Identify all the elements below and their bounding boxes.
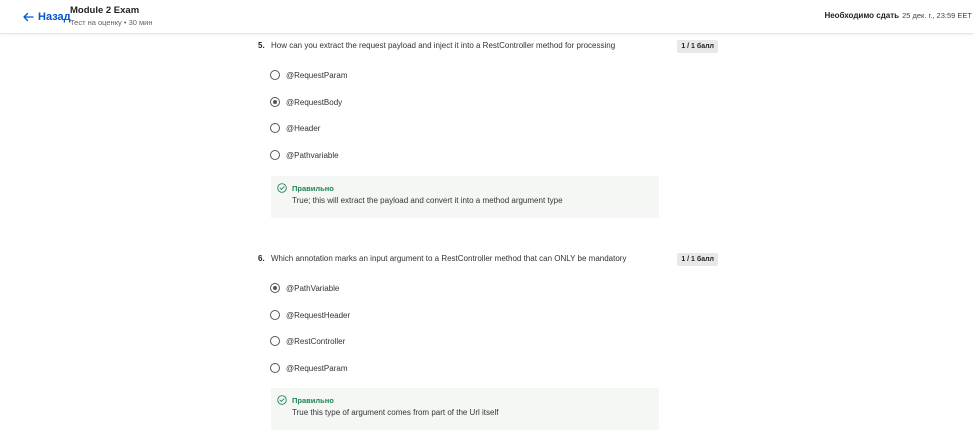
option-label: @Header [286, 123, 321, 133]
due-date: 25 дек. г., 23:59 EET [902, 11, 972, 20]
feedback-text: True; this will extract the payload and … [292, 196, 563, 205]
option-header[interactable]: @Header [270, 121, 320, 135]
feedback-title: Правильно [292, 184, 334, 193]
exam-title-block: Module 2 Exam Тест на оценку • 30 мин [70, 5, 153, 28]
exam-subtitle: Тест на оценку • 30 мин [70, 18, 153, 27]
option-path-variable[interactable]: @PathVariable [270, 281, 339, 295]
score-badge: 1 / 1 балл [677, 253, 718, 266]
exam-title: Module 2 Exam [70, 5, 140, 16]
back-label: Назад [38, 11, 71, 23]
option-label: @RequestParam [286, 70, 348, 80]
feedback-text: True this type of argument comes from pa… [292, 408, 499, 417]
question-text: How can you extract the request payload … [271, 41, 616, 50]
option-label: @RequestHeader [286, 310, 351, 320]
check-circle-icon [277, 183, 287, 193]
back-button[interactable]: Назад [22, 9, 71, 25]
radio-button[interactable] [270, 123, 280, 133]
option-request-body[interactable]: @RequestBody [270, 95, 342, 109]
question-header: 5. How can you extract the request paylo… [258, 40, 718, 55]
radio-button-selected[interactable] [270, 283, 280, 293]
option-request-header[interactable]: @RequestHeader [270, 308, 350, 322]
radio-button[interactable] [270, 150, 280, 160]
feedback-title: Правильно [292, 396, 334, 405]
option-pathvariable[interactable]: @Pathvariable [270, 148, 339, 162]
radio-button[interactable] [270, 70, 280, 80]
question-number: 6. [258, 254, 265, 263]
due-info: Необходимо сдать 25 дек. г., 23:59 EET [824, 11, 972, 20]
option-request-param[interactable]: @RequestParam [270, 68, 347, 82]
question-header: 6. Which annotation marks an input argum… [258, 253, 718, 268]
top-bar: Назад Module 2 Exam Тест на оценку • 30 … [0, 0, 974, 34]
radio-button[interactable] [270, 363, 280, 373]
radio-button[interactable] [270, 310, 280, 320]
feedback-box: Правильно True; this will extract the pa… [271, 176, 659, 218]
question-text: Which annotation marks an input argument… [271, 254, 627, 263]
option-label: @Pathvariable [286, 150, 339, 160]
option-label: @RequestParam [286, 363, 348, 373]
score-badge: 1 / 1 балл [677, 40, 718, 53]
option-label: @RestController [286, 336, 346, 346]
due-label: Необходимо сдать [824, 11, 900, 20]
radio-button-selected[interactable] [270, 97, 280, 107]
option-rest-controller[interactable]: @RestController [270, 334, 345, 348]
question-number: 5. [258, 41, 265, 50]
question-5: 5. How can you extract the request paylo… [258, 40, 718, 218]
option-request-param[interactable]: @RequestParam [270, 361, 347, 375]
question-6: 6. Which annotation marks an input argum… [258, 253, 718, 430]
arrow-left-icon [23, 12, 34, 22]
check-circle-icon [277, 395, 287, 405]
option-label: @RequestBody [286, 97, 343, 107]
option-label: @PathVariable [286, 283, 340, 293]
feedback-box: Правильно True this type of argument com… [271, 388, 659, 430]
radio-button[interactable] [270, 336, 280, 346]
